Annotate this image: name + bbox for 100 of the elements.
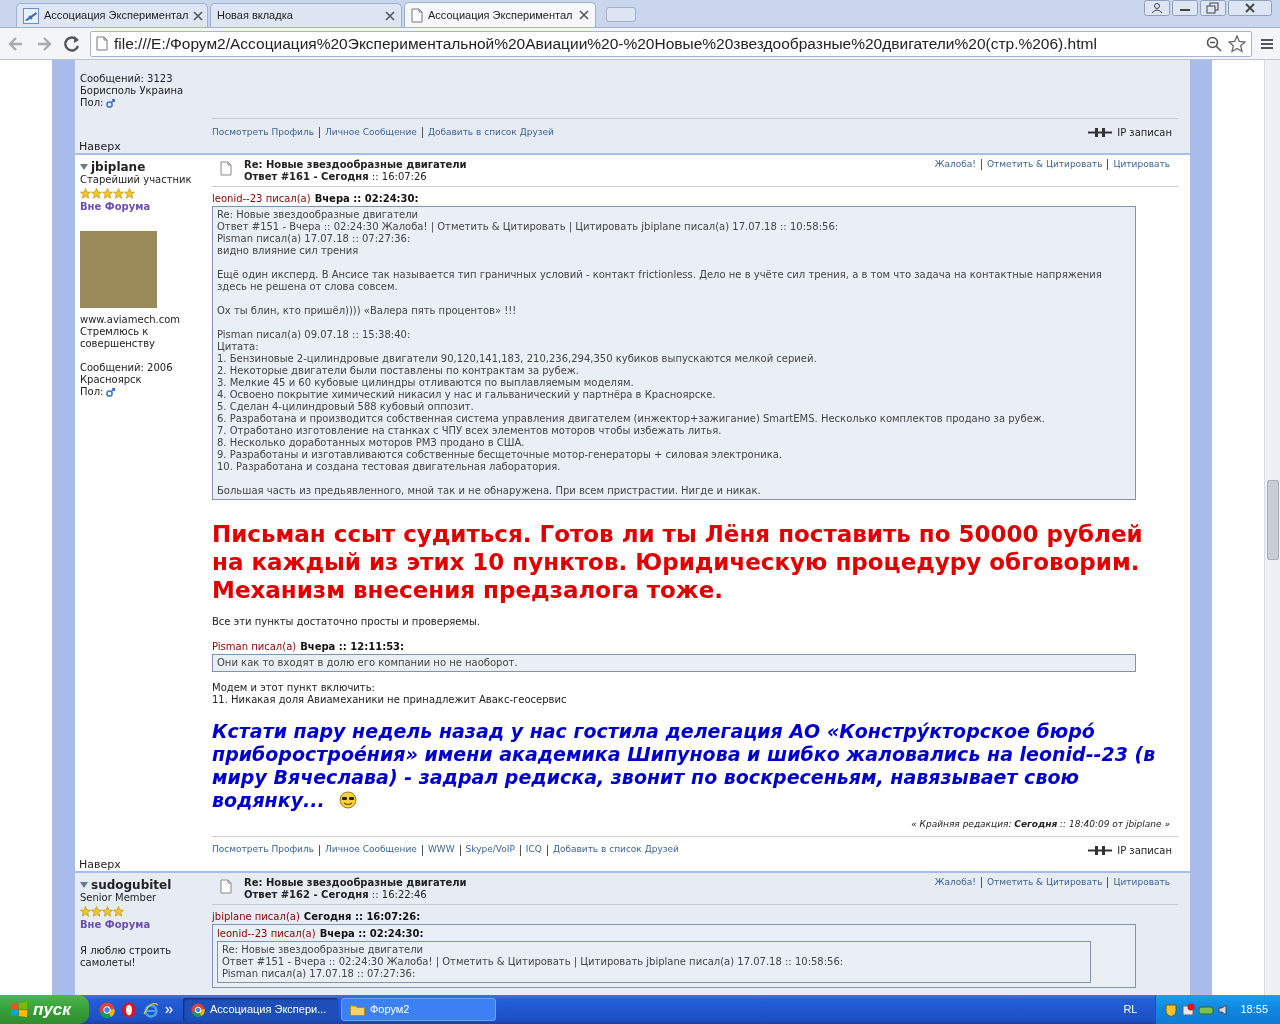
star-icon: [80, 905, 91, 917]
footer-link[interactable]: WWW: [427, 843, 455, 857]
quote-line: Ответ #151 - Вчера :: 02:24:30 Жалоба! | Отметить & Цитировать | Цитировать jbiplane писал(а) 17.07.18 :: 10:58:56:: [222, 955, 845, 968]
quote-timestamp: Сегодня :: 16:07:26:: [303, 909, 421, 924]
restore-icon[interactable]: [1200, 0, 1226, 16]
quote-line: 6. Разработана и производится собственная система управления двигателем (инжектор+зажигание) SmartEMS. Несколько комплектов продано за рубеж.: [217, 413, 1046, 425]
browser-tab[interactable]: Новая вкладка: [210, 3, 402, 27]
language-indicator[interactable]: RL: [1123, 1001, 1138, 1018]
chrome-browser-icon[interactable]: [98, 1001, 115, 1018]
quote-line: 8. Несколько доработанных моторов РМЗ продано в США.: [217, 437, 526, 449]
post-text: Письман ссыт судиться. Готов ли ты Лёня поставить по 50000 рублей на каждый из этих 10 пунктов. Юридическую процедуру обговорим. Механизм внесения предзалога тоже.: [212, 520, 1144, 604]
caret-icon: [80, 881, 88, 888]
taskbar-window-button[interactable]: Ассоциация Экспери...: [182, 998, 338, 1021]
airplane-favicon-icon: [23, 7, 39, 24]
internet-explorer-icon[interactable]: [142, 1001, 159, 1018]
footer-link[interactable]: Добавить в список Друзей: [552, 843, 679, 857]
footer-link[interactable]: Добавить в список Друзей: [427, 125, 554, 140]
chevron-icon[interactable]: [164, 1005, 173, 1014]
tray-warning-icon[interactable]: [1181, 1002, 1196, 1017]
post-meta: Ответ #162 - Сегодня :: 16:22:46: [244, 888, 428, 901]
menu-icon[interactable]: [1260, 36, 1274, 51]
clock: 18:55: [1240, 1002, 1268, 1018]
post-text: Все эти пункты достаточно просты и проверяемы.: [212, 616, 482, 628]
quote-author: jbiplane писал(а): [212, 909, 300, 924]
footer-link[interactable]: Личное Сообщение: [325, 843, 417, 857]
quote-line: Большая часть из предьявленного, мной так и не обнаружена. При всем пристрастии. Нигде и никак.: [217, 485, 762, 497]
male-symbol-icon: [106, 98, 116, 108]
post-text: Кстати пару недель назад у нас гостила делегация АО «Констру́кторское бюро́ приборострое́ния» имени академика Шипунова и шибко жаловались на leonid--23 (в миру Вячеслава) - задрал редиска, звонит по воскресеньям, навязывает свою водянку...: [212, 720, 1157, 812]
post-title: Re: Новые звездообразные двигатели: [244, 876, 467, 889]
star-icon[interactable]: [1228, 34, 1246, 53]
post-action-link[interactable]: Жалоба!: [934, 876, 976, 888]
quote-line: Они как то входят в долю его компании но не наоборот.: [217, 657, 519, 669]
quote-line: 5. Сделан 4-цилиндровый 588 кубовый оппозит.: [217, 401, 475, 413]
plug-icon: [1088, 845, 1113, 855]
address-field[interactable]: file:///E:/Форум2/Ассоциация%20Экспериментальной%20Авиации%20-%20Новые%20звездообразные%20двигатели%20(стр.%206).html: [90, 30, 1252, 57]
post-action-link[interactable]: Жалоба!: [934, 159, 976, 170]
plug-icon: [1088, 128, 1113, 137]
star-icon: [113, 905, 124, 917]
quote-line: Ответ #151 - Вчера :: 02:24:30 Жалоба! | Отметить & Цитировать | Цитировать jbiplane писал(а) 17.07.18 :: 10:58:56:: [217, 221, 840, 233]
quote-line: Re: Новые звездообразные двигатели: [222, 943, 425, 956]
member-signature: Я люблю строить самолеты!: [80, 944, 173, 969]
post-title: Re: Новые звездообразные двигатели: [244, 159, 467, 171]
quote-line: 4. Освоено покрытие химический никасил у нас и гальванический у партнёра в Красноярске.: [217, 389, 717, 401]
page-icon: [96, 36, 108, 51]
document-icon: [220, 161, 232, 176]
footer-link[interactable]: Посмотреть Профиль: [212, 843, 314, 857]
footer-link[interactable]: Skype/VoIP: [465, 843, 515, 857]
minimize-icon[interactable]: [1172, 0, 1198, 16]
user-icon[interactable]: [1144, 0, 1170, 16]
opera-browser-icon[interactable]: [120, 1001, 137, 1018]
online-status: Вне Форума: [80, 918, 152, 931]
quote-timestamp: Вчера :: 12:11:53:: [300, 640, 405, 654]
quote-line: Re: Новые звездообразные двигатели: [217, 209, 420, 221]
browser-tab[interactable]: Ассоциация Экспериментал: [16, 3, 208, 27]
footer-link[interactable]: Посмотреть Профиль: [212, 125, 314, 140]
male-symbol-icon: [106, 387, 116, 397]
member-signature: Стремлюсь к совершенству: [80, 326, 156, 350]
back-to-top-link[interactable]: Наверх: [75, 857, 121, 871]
taskbar-window-button[interactable]: Форум2: [340, 998, 496, 1021]
ip-logged-label: IP записан: [1117, 126, 1172, 140]
username[interactable]: jbiplane: [91, 160, 146, 174]
quote-line: 7. Отработано изготовление на станках с ЧПУ всех элементов моторов чтобы избежать литья.: [217, 425, 723, 437]
quote-author: leonid--23 писал(а): [217, 926, 316, 941]
quote-line: 10. Разработана и создана тестовая двигательная лаборатория.: [217, 461, 562, 473]
scrollbar-thumb[interactable]: [1266, 480, 1279, 560]
back-to-top-link[interactable]: Наверх: [75, 140, 121, 153]
gender-label: Пол:: [80, 386, 104, 398]
post-action-link[interactable]: Отметить & Цитировать: [986, 876, 1103, 888]
post-action-link[interactable]: Цитировать: [1113, 159, 1170, 170]
close-icon[interactable]: [579, 10, 589, 20]
star-icon: [113, 188, 124, 199]
quote-line: Pisman писал(а) 09.07.18 :: 15:38:40:: [217, 329, 412, 341]
post-meta: Ответ #161 - Сегодня :: 16:07:26: [244, 171, 428, 183]
member-rank: Старейший участник: [80, 174, 193, 186]
ip-logged-label: IP записан: [1117, 843, 1172, 858]
close-icon[interactable]: [1228, 0, 1272, 16]
chrome-browser-icon: [190, 1002, 205, 1017]
quote-line: 2. Некоторые двигатели были поставлены по контрактам за рубеж.: [217, 365, 581, 377]
quote-author: Pisman писал(а): [212, 640, 297, 654]
quote-author: leonid--23 писал(а): [212, 192, 311, 206]
member-detail: Красноярск: [80, 374, 143, 386]
reload-icon[interactable]: [62, 33, 82, 54]
quote-timestamp: Вчера :: 02:24:30:: [314, 192, 419, 206]
browser-tab[interactable]: Ассоциация Экспериментал: [404, 2, 596, 27]
caret-icon: [80, 164, 88, 170]
close-icon[interactable]: [193, 10, 204, 21]
footer-link[interactable]: ICQ: [525, 843, 542, 857]
tray-shield-icon[interactable]: [1164, 1002, 1179, 1017]
online-status: Вне Форума: [80, 201, 152, 213]
quote-line: видно влияние сил трения: [217, 245, 360, 257]
footer-link[interactable]: Личное Сообщение: [325, 125, 417, 140]
username[interactable]: sudogubitel: [91, 877, 172, 892]
star-icon: [124, 188, 135, 199]
post-action-link[interactable]: Отметить & Цитировать: [986, 159, 1103, 170]
quote-timestamp: Вчера :: 02:24:30:: [319, 926, 424, 941]
post-action-link[interactable]: Цитировать: [1113, 876, 1170, 888]
close-icon[interactable]: [385, 10, 395, 21]
start-button[interactable]: пуск: [0, 995, 89, 1024]
zoom-icon[interactable]: [1206, 35, 1222, 52]
document-icon: [220, 878, 232, 894]
